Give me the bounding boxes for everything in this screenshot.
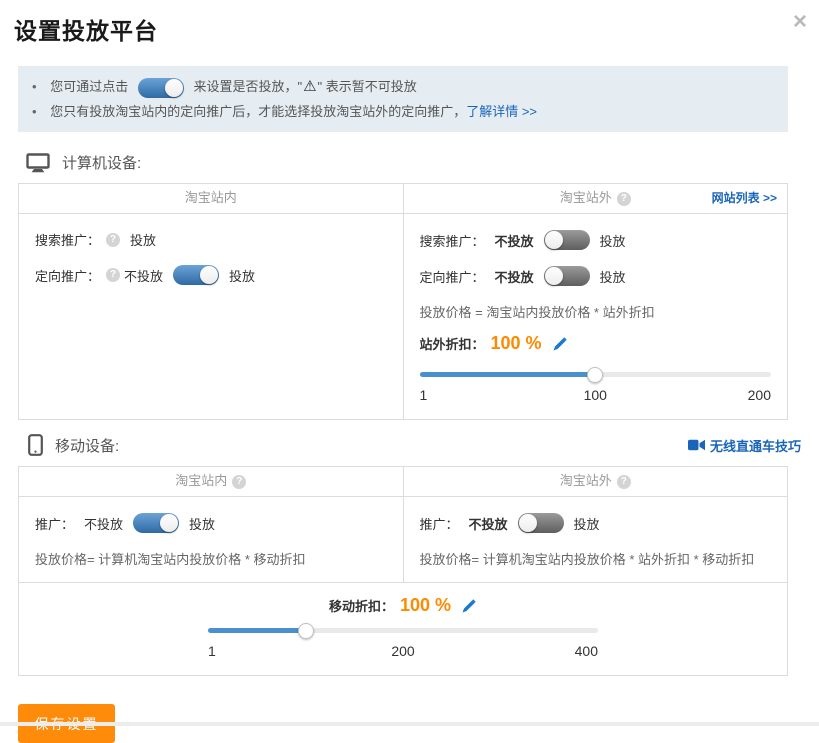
video-camera-icon (688, 439, 705, 451)
tick-mid: 200 (391, 643, 414, 659)
mobile-onsite-on-label: 投放 (189, 514, 215, 533)
offsite-search-off-label: 不投放 (495, 231, 534, 250)
offsite-discount-slider: 1 100 200 (420, 372, 772, 405)
page-bottom-edge (0, 722, 819, 726)
mobile-offsite-cell: 推广： 不投放 投放 投放价格= 计算机淘宝站内投放价格 * 站外折扣 * 移动… (403, 497, 788, 582)
learn-more-link[interactable]: 了解详情 >> (466, 104, 537, 119)
tick-min: 1 (208, 643, 216, 659)
onsite-target-label: 定向推广： (35, 266, 100, 285)
computer-offsite-header-label: 淘宝站外 (560, 190, 612, 205)
offsite-target-toggle[interactable] (544, 266, 590, 286)
tick-mid: 100 (584, 387, 607, 403)
tick-max: 200 (748, 387, 771, 403)
offsite-search-toggle[interactable] (544, 230, 590, 250)
mobile-onsite-cell: 推广： 不投放 投放 投放价格= 计算机淘宝站内投放价格 * 移动折扣 (19, 497, 403, 582)
mobile-onsite-promo-label: 推广： (35, 514, 74, 533)
help-icon[interactable]: ? (617, 475, 631, 489)
onsite-target-on-label: 投放 (229, 266, 255, 285)
onsite-target-row: 定向推广： ? 不投放 投放 (35, 265, 387, 285)
notice-2-text: 您只有投放淘宝站内的定向推广后，才能选择投放淘宝站外的定向推广， (50, 104, 466, 119)
offsite-search-label: 搜索推广： (420, 231, 485, 250)
offsite-target-label: 定向推广： (420, 267, 485, 286)
mobile-offsite-promo-label: 推广： (420, 514, 459, 533)
mobile-onsite-header-label: 淘宝站内 (175, 473, 227, 488)
page-title: 设置投放平台 (14, 12, 819, 46)
offsite-price-formula: 投放价格 = 淘宝站内投放价格 * 站外折扣 (420, 302, 772, 321)
wireless-tips-link[interactable]: 无线直通车技巧 (688, 436, 801, 455)
mobile-slider-knob[interactable] (298, 623, 314, 639)
edit-pencil-icon[interactable] (461, 598, 477, 614)
computer-section-header: 计算机设备: (26, 152, 819, 173)
offsite-slider-track[interactable] (420, 372, 772, 377)
help-icon[interactable]: ? (106, 233, 120, 247)
mobile-section-header: 移动设备: (28, 434, 119, 456)
mobile-slider-ticks: 1 200 400 (208, 643, 598, 661)
mobile-onsite-promo-row: 推广： 不投放 投放 (35, 513, 387, 533)
mobile-offsite-toggle[interactable] (518, 513, 564, 533)
mobile-panel: 淘宝站内? 淘宝站外? 推广： 不投放 投放 投放价格= 计算机淘宝站内投放价格… (18, 466, 788, 676)
mobile-discount-value: 100 % (400, 595, 451, 616)
offsite-discount-line: 站外折扣： 100 % (420, 333, 772, 354)
notice-line-2: 您只有投放淘宝站内的定向推广后，才能选择投放淘宝站外的定向推广，了解详情 >> (32, 99, 774, 124)
offsite-discount-label: 站外折扣： (420, 334, 485, 353)
mobile-discount-row: 移动折扣： 100 % 1 200 400 (19, 582, 787, 675)
mobile-onsite-price-formula: 投放价格= 计算机淘宝站内投放价格 * 移动折扣 (35, 549, 387, 568)
mobile-offsite-price-formula: 投放价格= 计算机淘宝站内投放价格 * 站外折扣 * 移动折扣 (420, 549, 772, 568)
mobile-discount-label: 移动折扣： (329, 596, 394, 615)
mobile-slider-track[interactable] (208, 628, 598, 633)
mobile-offsite-header: 淘宝站外? (403, 467, 788, 496)
edit-pencil-icon[interactable] (552, 336, 568, 352)
mobile-onsite-off-label: 不投放 (84, 514, 123, 533)
offsite-discount-value: 100 % (491, 333, 542, 354)
computer-onsite-header: 淘宝站内 (19, 184, 403, 213)
computer-onsite-cell: 搜索推广： ? 投放 定向推广： ? 不投放 投放 (19, 214, 403, 419)
mobile-offsite-on-label: 投放 (574, 514, 600, 533)
computer-onsite-header-label: 淘宝站内 (185, 190, 237, 205)
mobile-discount-line: 移动折扣： 100 % (19, 595, 787, 616)
offsite-slider-ticks: 1 100 200 (420, 387, 772, 405)
mobile-offsite-header-label: 淘宝站外 (560, 473, 612, 488)
example-toggle (138, 78, 184, 98)
tick-max: 400 (575, 643, 598, 659)
offsite-search-on-label: 投放 (600, 231, 626, 250)
mobile-section-label: 移动设备: (55, 435, 119, 456)
wireless-tips-label: 无线直通车技巧 (710, 436, 801, 455)
mobile-discount-slider: 1 200 400 (208, 628, 598, 661)
computer-offsite-cell: 搜索推广： 不投放 投放 定向推广： 不投放 投放 投放价格 = 淘宝站内投放价… (403, 214, 788, 419)
onsite-search-row: 搜索推广： ? 投放 (35, 230, 387, 249)
help-icon[interactable]: ? (232, 475, 246, 489)
tick-min: 1 (420, 387, 428, 403)
warning-icon: ⚠ (303, 78, 316, 95)
close-icon[interactable]: × (793, 10, 807, 34)
computer-offsite-header: 淘宝站外? 网站列表 >> (403, 184, 788, 213)
mobile-onsite-header: 淘宝站内? (19, 467, 403, 496)
onsite-target-toggle[interactable] (173, 265, 219, 285)
notice-1-text-mid: 来设置是否投放，" (193, 79, 302, 94)
offsite-search-row: 搜索推广： 不投放 投放 (420, 230, 772, 250)
mobile-offsite-off-label: 不投放 (469, 514, 508, 533)
mobile-offsite-promo-row: 推广： 不投放 投放 (420, 513, 772, 533)
notice-box: 您可通过点击 来设置是否投放，"⚠" 表示暂不可投放 您只有投放淘宝站内的定向推… (18, 66, 788, 132)
mobile-phone-icon (28, 434, 43, 456)
notice-1-text-before: 您可通过点击 (50, 79, 128, 94)
help-icon[interactable]: ? (106, 268, 120, 282)
offsite-slider-knob[interactable] (587, 367, 603, 383)
onsite-search-label: 搜索推广： (35, 230, 100, 249)
offsite-target-on-label: 投放 (600, 267, 626, 286)
website-list-link[interactable]: 网站列表 >> (712, 184, 777, 212)
help-icon[interactable]: ? (617, 192, 631, 206)
notice-1-text-after: " 表示暂不可投放 (318, 79, 417, 94)
notice-line-1: 您可通过点击 来设置是否投放，"⚠" 表示暂不可投放 (32, 74, 774, 99)
mobile-onsite-toggle[interactable] (133, 513, 179, 533)
computer-section-label: 计算机设备: (62, 152, 141, 173)
offsite-target-off-label: 不投放 (495, 267, 534, 286)
onsite-search-state: 投放 (130, 230, 156, 249)
computer-panel: 淘宝站内 淘宝站外? 网站列表 >> 搜索推广： ? 投放 定向推广： ? 不投… (18, 183, 788, 420)
onsite-target-off-label: 不投放 (124, 266, 163, 285)
offsite-target-row: 定向推广： 不投放 投放 (420, 266, 772, 286)
desktop-icon (26, 153, 50, 173)
